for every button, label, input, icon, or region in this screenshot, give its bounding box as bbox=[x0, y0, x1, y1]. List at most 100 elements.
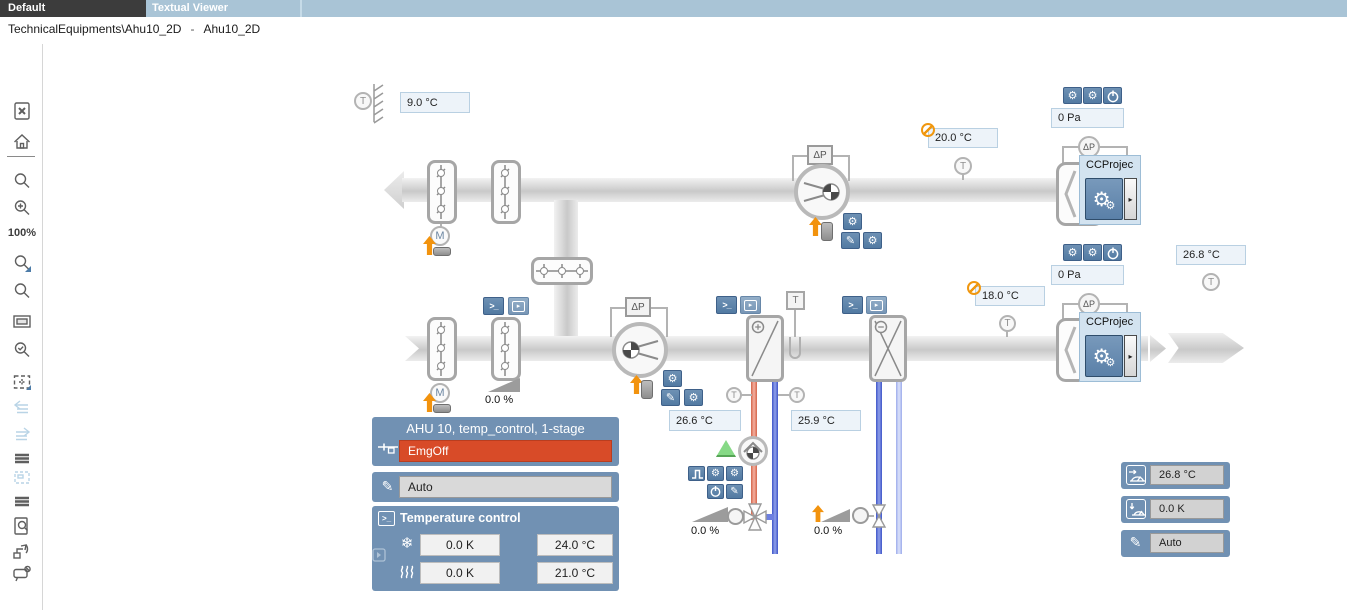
program-doc-icon bbox=[371, 547, 387, 563]
exhaust-device-settings-button[interactable]: ⚙⚙ bbox=[1085, 178, 1123, 220]
heating-return-temp-value: 25.9 °C bbox=[791, 410, 861, 431]
fresh-damper-program-button[interactable]: ▸ bbox=[508, 297, 529, 315]
exhaust-filter-config-button[interactable]: ⚙ bbox=[1083, 87, 1102, 104]
supply-temp-sensor[interactable]: T bbox=[999, 315, 1016, 332]
dp-bracket bbox=[792, 155, 794, 181]
supply-filter-config-button[interactable]: ⚙ bbox=[1083, 244, 1102, 261]
pump-settings-button[interactable]: ⚙ bbox=[707, 466, 724, 481]
supply-filter-settings-button[interactable]: ⚙ bbox=[1063, 244, 1082, 261]
supply-fan-config-button[interactable]: ⚙ bbox=[684, 389, 703, 406]
heating-return-temp-sensor[interactable]: T bbox=[789, 387, 805, 403]
extract-temp-value: 26.8 °C bbox=[1176, 245, 1246, 265]
gear-icon: ⚙ bbox=[1106, 356, 1116, 369]
pencil-icon: ✎ bbox=[846, 234, 855, 247]
program-icon: ▸ bbox=[870, 300, 883, 311]
exhaust-fan-config-button[interactable]: ⚙ bbox=[863, 232, 882, 249]
pump-status-ok-icon bbox=[716, 440, 736, 457]
mode-field[interactable]: Auto bbox=[399, 476, 612, 498]
emergency-state-field[interactable]: EmgOff bbox=[399, 440, 612, 462]
exhaust-damper-1[interactable] bbox=[427, 160, 457, 224]
pump-power-button[interactable] bbox=[707, 484, 724, 499]
pencil-icon: ✎ bbox=[730, 486, 738, 497]
heating-pump[interactable] bbox=[738, 436, 768, 466]
console-glyph: >_ bbox=[378, 511, 395, 526]
dp-label: ΔP bbox=[1083, 299, 1095, 309]
cooling-setpoint-field[interactable]: 24.0 °C bbox=[537, 534, 613, 556]
exhaust-fan-device bbox=[821, 222, 833, 241]
exhaust-fan-edit-button[interactable]: ✎ bbox=[841, 232, 860, 249]
recirculation-damper[interactable] bbox=[531, 257, 593, 285]
supply-fan-edit-button[interactable]: ✎ bbox=[661, 389, 680, 406]
supply-air-arrow bbox=[1168, 333, 1244, 363]
room-temp-field[interactable]: 26.8 °C bbox=[1150, 465, 1224, 485]
pump-config-button[interactable]: ⚙ bbox=[726, 466, 743, 481]
exhaust-fan-settings-button[interactable]: ⚙ bbox=[843, 213, 862, 230]
exhaust-filter-settings-button[interactable]: ⚙ bbox=[1063, 87, 1082, 104]
exhaust-fan[interactable] bbox=[794, 164, 850, 220]
heating-coil[interactable] bbox=[746, 315, 784, 382]
dp-bracket bbox=[666, 307, 668, 337]
value-text: 0.0 K bbox=[446, 538, 474, 552]
fresh-air-damper-2[interactable] bbox=[491, 317, 521, 381]
heating-console-button[interactable]: >_ bbox=[716, 296, 737, 314]
supply-device-settings-button[interactable]: ⚙⚙ bbox=[1085, 335, 1123, 377]
heating-three-way-valve[interactable] bbox=[742, 502, 768, 537]
gear-icon: ⚙ bbox=[730, 468, 739, 479]
supply-air-arrow-small bbox=[1150, 335, 1166, 362]
supply-filter-power-button[interactable] bbox=[1103, 244, 1122, 261]
cooling-return-pipe bbox=[896, 378, 902, 554]
title-text: AHU 10, temp_control, 1-stage bbox=[406, 421, 584, 436]
pencil-glyph: ✎ bbox=[382, 478, 394, 495]
supply-device-expand-button[interactable]: ▸ bbox=[1124, 335, 1137, 377]
dp-bracket bbox=[610, 307, 612, 337]
fresh-damper-position: 0.0 % bbox=[485, 394, 513, 406]
value-text: EmgOff bbox=[408, 444, 448, 458]
cooling-console-button[interactable]: >_ bbox=[842, 296, 863, 314]
supply-fan[interactable] bbox=[612, 322, 668, 378]
program-icon: ▸ bbox=[512, 301, 525, 312]
exhaust-pressure-value: 0 Pa bbox=[1051, 108, 1124, 128]
sensor-label: T bbox=[792, 295, 798, 306]
device-label: CCProjec bbox=[1086, 316, 1140, 328]
sensor-label: T bbox=[794, 390, 800, 400]
supply-duct-temp-sensor[interactable]: T bbox=[786, 291, 805, 310]
sensor-label: T bbox=[960, 161, 966, 172]
expand-icon: ▸ bbox=[1128, 195, 1132, 204]
value-text: 26.6 °C bbox=[676, 415, 713, 427]
gear-icon: ⚙ bbox=[848, 215, 858, 228]
fresh-air-damper-1[interactable] bbox=[427, 317, 457, 381]
offset-field[interactable]: 0.0 K bbox=[1150, 499, 1224, 519]
right-mode-field[interactable]: Auto bbox=[1150, 533, 1224, 553]
expand-icon: ▸ bbox=[1128, 352, 1132, 361]
pencil-icon: ✎ bbox=[1125, 532, 1146, 553]
outdoor-temp-value: 9.0 °C bbox=[400, 92, 470, 113]
valve-position-ramp-icon bbox=[692, 507, 728, 522]
sensor-stem bbox=[794, 310, 796, 337]
diagram-canvas: T 9.0 °C M ΔP ⚙ ✎ ⚙ 20.0 °C T ⚙ ⚙ 0 Pa Δ… bbox=[0, 0, 1347, 610]
supply-fan-dp-sensor[interactable]: ΔP bbox=[625, 297, 651, 317]
cooling-deadband-field[interactable]: 0.0 K bbox=[420, 534, 500, 556]
exhaust-damper-2[interactable] bbox=[491, 160, 521, 224]
heating-program-button[interactable]: ▸ bbox=[740, 296, 761, 314]
exhaust-device-expand-button[interactable]: ▸ bbox=[1124, 178, 1137, 220]
dp-label: ΔP bbox=[1083, 142, 1095, 152]
heating-deadband-field[interactable]: 0.0 K bbox=[420, 562, 500, 584]
exhaust-filter-power-button[interactable] bbox=[1103, 87, 1122, 104]
dp-label: ΔP bbox=[631, 302, 644, 313]
pump-edit-button[interactable]: ✎ bbox=[726, 484, 743, 499]
supply-fan-settings-button[interactable]: ⚙ bbox=[663, 370, 682, 387]
pencil-glyph: ✎ bbox=[1130, 534, 1142, 551]
fresh-damper-console-button[interactable]: >_ bbox=[483, 297, 504, 315]
heating-supply-temp-sensor[interactable]: T bbox=[726, 387, 742, 403]
cooling-valve-actuator[interactable] bbox=[852, 507, 869, 524]
cooling-coil[interactable] bbox=[869, 315, 907, 382]
exhaust-fan-dp-sensor[interactable]: ΔP bbox=[807, 145, 833, 165]
outdoor-temp-sensor[interactable]: T bbox=[354, 92, 372, 110]
cooling-program-button[interactable]: ▸ bbox=[866, 296, 887, 314]
exhaust-temp-sensor[interactable]: T bbox=[954, 157, 972, 175]
pencil-icon: ✎ bbox=[377, 476, 398, 496]
cooling-valve[interactable] bbox=[871, 503, 887, 534]
extract-temp-sensor[interactable]: T bbox=[1202, 273, 1220, 291]
heating-setpoint-field[interactable]: 21.0 °C bbox=[537, 562, 613, 584]
pump-pulse-button[interactable] bbox=[688, 466, 705, 481]
